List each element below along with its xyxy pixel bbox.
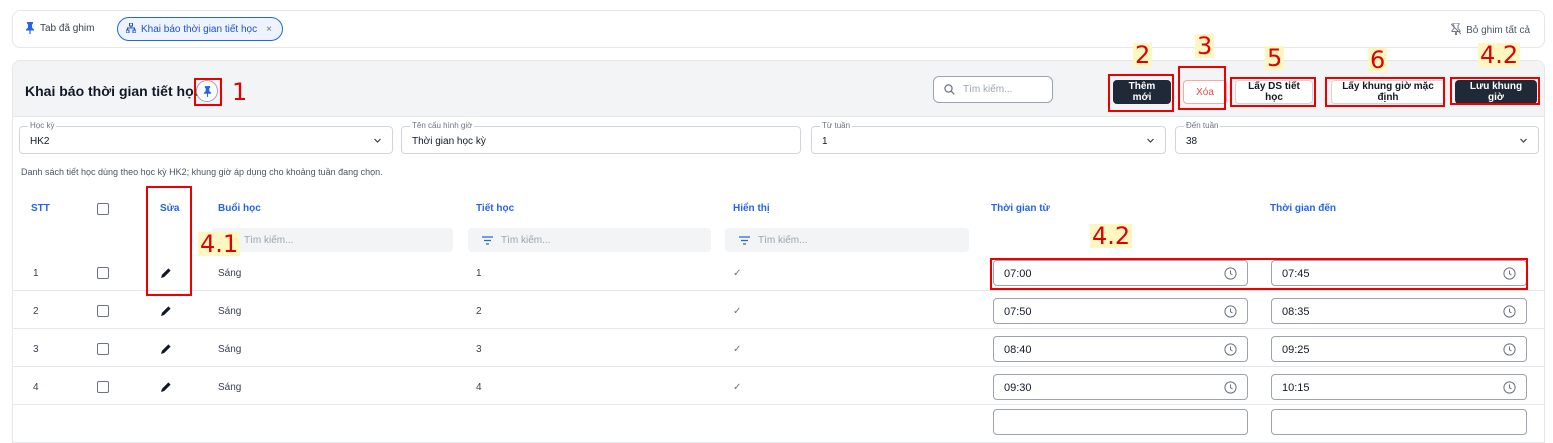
- highlight-delete-button: [1178, 66, 1226, 110]
- chevron-down-icon: [374, 138, 381, 143]
- page-title: Khai báo thời gian tiết học: [25, 83, 202, 99]
- annotation-5: 5: [1265, 44, 1285, 72]
- helper-note: Danh sách tiết học dùng theo học kỳ HK2;…: [21, 167, 383, 177]
- time-to-input[interactable]: 09:25: [1271, 336, 1527, 362]
- time-to-input[interactable]: [1271, 409, 1527, 435]
- session-filter-input[interactable]: Tìm kiếm...: [211, 228, 453, 252]
- table-row: 3 Sáng 3 ✓ 08:40 09:25: [13, 331, 1544, 367]
- highlight-add-button: [1108, 74, 1174, 112]
- row-checkbox[interactable]: [97, 381, 109, 393]
- row-checkbox[interactable]: [97, 305, 109, 317]
- clock-icon[interactable]: [1224, 381, 1237, 394]
- highlight-get-periods-button: [1230, 77, 1316, 107]
- highlight-edit-column: [146, 186, 192, 296]
- annotation-2: 2: [1133, 41, 1153, 69]
- highlight-pin-button: [194, 78, 222, 106]
- chevron-down-icon: [1520, 138, 1527, 143]
- period-filter-input[interactable]: Tìm kiếm...: [468, 228, 711, 252]
- chevron-down-icon: [1147, 138, 1154, 143]
- pencil-icon[interactable]: [160, 305, 172, 317]
- pinned-tabs-label: Tab đã ghim: [25, 22, 94, 34]
- time-to-input[interactable]: 08:35: [1271, 298, 1527, 324]
- config-name-field[interactable]: Tên cấu hình giờ Thời gian học kỳ: [401, 121, 801, 154]
- clock-icon[interactable]: [1503, 343, 1516, 356]
- pinned-tab-bar: Tab đã ghim Khai báo thời gian tiết học …: [12, 10, 1545, 48]
- annotation-1: 1: [232, 78, 248, 106]
- clock-icon[interactable]: [1503, 305, 1516, 318]
- search-icon: [944, 84, 955, 95]
- highlight-get-default-button: [1325, 77, 1445, 107]
- from-week-select[interactable]: Từ tuần 1: [811, 121, 1166, 154]
- unpin-icon: [1450, 22, 1462, 38]
- annotation-3: 3: [1195, 32, 1215, 60]
- main-panel: Khai báo thời gian tiết học Thêm mới Xóa…: [12, 60, 1545, 443]
- annotation-4-2-mid: 4.2: [1090, 222, 1133, 250]
- close-icon[interactable]: ×: [266, 24, 272, 35]
- annotation-6: 6: [1368, 46, 1388, 74]
- select-all-checkbox[interactable]: [97, 203, 109, 215]
- header-period[interactable]: Tiết học: [476, 203, 514, 214]
- clock-icon[interactable]: [1503, 381, 1516, 394]
- table-row: 2 Sáng 2 ✓ 07:50 08:35: [13, 293, 1544, 329]
- highlight-time-row: [990, 258, 1528, 290]
- clock-icon[interactable]: [1224, 343, 1237, 356]
- time-from-input[interactable]: 08:40: [993, 336, 1248, 362]
- search-input[interactable]: [961, 83, 1041, 96]
- annotation-4-1: 4.1: [198, 230, 241, 258]
- tab-label: Khai báo thời gian tiết học: [141, 23, 258, 35]
- display-filter-input[interactable]: Tìm kiếm...: [725, 228, 969, 252]
- tree-icon: [125, 22, 137, 36]
- header-time-from[interactable]: Thời gian từ: [991, 203, 1050, 214]
- annotation-4-2-top: 4.2: [1478, 41, 1521, 69]
- time-from-input[interactable]: 09:30: [993, 374, 1248, 400]
- header-stt: STT: [31, 203, 50, 214]
- pencil-icon[interactable]: [160, 381, 172, 393]
- time-from-input[interactable]: [993, 409, 1248, 435]
- time-from-input[interactable]: 07:50: [993, 298, 1248, 324]
- pin-icon: [25, 22, 35, 34]
- highlight-save-button: [1450, 77, 1540, 105]
- row-checkbox[interactable]: [97, 267, 109, 279]
- header-display[interactable]: Hiển thị: [733, 203, 770, 214]
- clock-icon[interactable]: [1224, 305, 1237, 318]
- tab-khai-bao-thoi-gian[interactable]: Khai báo thời gian tiết học ×: [117, 17, 283, 41]
- semester-select[interactable]: Học kỳ HK2: [19, 121, 393, 154]
- to-week-select[interactable]: Đến tuần 38: [1175, 121, 1539, 154]
- search-box[interactable]: [933, 76, 1053, 103]
- row-checkbox[interactable]: [97, 343, 109, 355]
- time-to-input[interactable]: 10:15: [1271, 374, 1527, 400]
- unpin-all-button[interactable]: Bỏ ghim tất cả: [1450, 22, 1530, 38]
- filter-icon: [482, 235, 493, 245]
- header-time-to[interactable]: Thời gian đến: [1270, 203, 1336, 214]
- header-session[interactable]: Buổi học: [218, 203, 261, 214]
- filter-icon: [739, 235, 750, 245]
- pencil-icon[interactable]: [160, 343, 172, 355]
- table-row: 4 Sáng 4 ✓ 09:30 10:15: [13, 369, 1544, 405]
